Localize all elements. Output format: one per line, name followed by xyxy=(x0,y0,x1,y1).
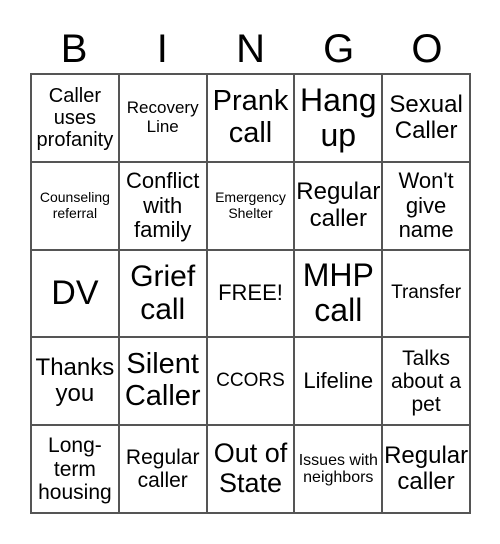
bingo-cell[interactable]: Won't give name xyxy=(382,161,470,250)
cell-text: Regular caller xyxy=(384,441,469,496)
cell-text: Silent Caller xyxy=(124,348,201,413)
cell-text: Long-term housing xyxy=(38,434,112,504)
bingo-cell[interactable]: Thanks you xyxy=(31,337,119,426)
cell-text: Caller uses profanity xyxy=(36,84,114,151)
header-letter-b: B xyxy=(60,27,88,71)
cell-text: Sexual Caller xyxy=(389,90,463,144)
bingo-cell[interactable]: Caller uses profanity xyxy=(31,74,119,162)
bingo-cell[interactable]: Conflict with family xyxy=(118,161,207,250)
bingo-header: B I N G O xyxy=(30,26,471,72)
cell-text: Grief call xyxy=(130,260,196,327)
cell-text: Conflict with family xyxy=(126,168,200,242)
free-space-cell[interactable]: FREE! xyxy=(206,249,295,338)
cell-text: Hang up xyxy=(300,81,377,153)
cell-text: Counseling referral xyxy=(39,189,110,221)
bingo-cell[interactable]: Transfer xyxy=(382,249,470,338)
bingo-cell[interactable]: Hang up xyxy=(294,74,383,162)
bingo-cell[interactable]: Recovery Line xyxy=(118,74,207,162)
bingo-cell[interactable]: Talks about a pet xyxy=(382,337,470,426)
cell-text: Prank call xyxy=(212,85,289,149)
cell-text: Issues with neighbors xyxy=(298,451,378,487)
cell-text: CCORS xyxy=(216,369,285,391)
header-letter-o: O xyxy=(411,27,443,71)
header-letter-n: N xyxy=(236,27,265,71)
cell-text: Regular caller xyxy=(296,178,381,232)
bingo-cell[interactable]: MHP call xyxy=(294,249,383,338)
bingo-cell[interactable]: Counseling referral xyxy=(31,161,119,250)
cell-text: DV xyxy=(51,273,99,312)
bingo-card-grid: Caller uses profanity Recovery Line Pran… xyxy=(30,73,471,514)
cell-text: Lifeline xyxy=(303,368,374,394)
bingo-cell[interactable]: Regular caller xyxy=(382,425,470,513)
cell-text: Out of State xyxy=(213,438,288,499)
cell-text: Thanks you xyxy=(35,353,115,408)
cell-text: MHP call xyxy=(302,257,374,329)
bingo-cell[interactable]: Prank call xyxy=(206,74,295,162)
bingo-cell[interactable]: Out of State xyxy=(206,425,295,513)
cell-text: Regular caller xyxy=(125,446,200,493)
bingo-cell[interactable]: Sexual Caller xyxy=(382,74,470,162)
bingo-cell[interactable]: Silent Caller xyxy=(118,337,207,426)
bingo-cell[interactable]: Long-term housing xyxy=(31,425,119,513)
bingo-cell[interactable]: Grief call xyxy=(118,249,207,338)
cell-text: Recovery Line xyxy=(126,98,199,136)
bingo-cell[interactable]: Issues with neighbors xyxy=(294,425,383,513)
header-letter-i: I xyxy=(156,27,168,71)
cell-text: Talks about a pet xyxy=(391,346,462,416)
bingo-cell[interactable]: Lifeline xyxy=(294,337,383,426)
header-letter-g: G xyxy=(323,27,355,71)
cell-text: FREE! xyxy=(218,280,283,306)
cell-text: Won't give name xyxy=(398,168,454,242)
bingo-cell[interactable]: Emergency Shelter xyxy=(206,161,295,250)
cell-text: Transfer xyxy=(391,282,462,304)
bingo-cell[interactable]: DV xyxy=(31,249,119,338)
bingo-cell[interactable]: Regular caller xyxy=(118,425,207,513)
bingo-cell[interactable]: Regular caller xyxy=(294,161,383,250)
cell-text: Emergency Shelter xyxy=(215,189,286,221)
bingo-cell[interactable]: CCORS xyxy=(206,337,295,426)
